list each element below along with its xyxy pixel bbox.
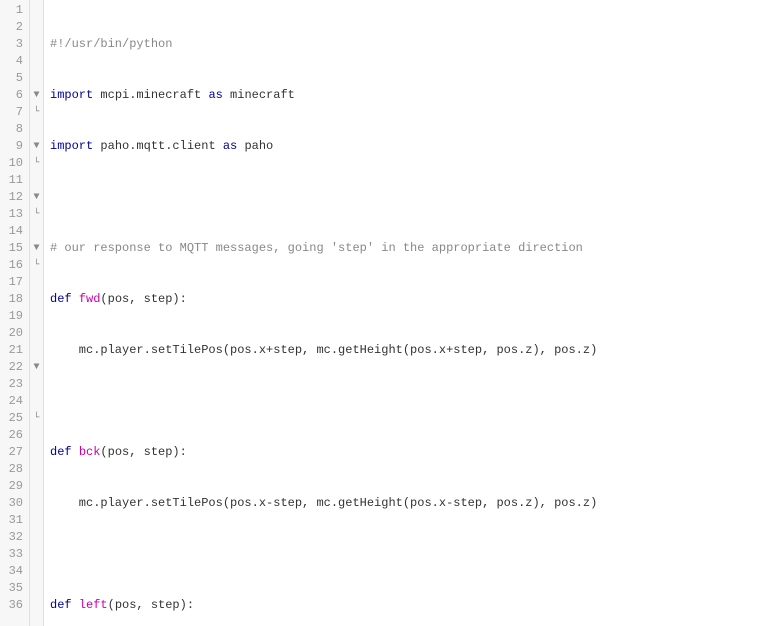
code-editor: 1234567891011121314151617181920212223242… — [0, 0, 761, 626]
code-line — [50, 393, 761, 410]
fold-marker — [30, 495, 43, 512]
line-number: 17 — [0, 274, 29, 291]
fold-marker — [30, 19, 43, 36]
fold-marker — [30, 172, 43, 189]
line-number: 18 — [0, 291, 29, 308]
fold-marker — [30, 308, 43, 325]
fold-marker — [30, 274, 43, 291]
line-number: 23 — [0, 376, 29, 393]
fold-marker[interactable]: ▼ — [30, 87, 43, 104]
fold-marker — [30, 393, 43, 410]
fold-marker — [30, 427, 43, 444]
fold-gutter: ▼└▼└▼└▼└▼└ — [30, 0, 44, 626]
fold-marker — [30, 546, 43, 563]
code-line: mc.player.setTilePos(pos.x-step, mc.getH… — [50, 495, 761, 512]
line-number: 25 — [0, 410, 29, 427]
fold-marker — [30, 121, 43, 138]
fold-marker[interactable]: ▼ — [30, 359, 43, 376]
line-number: 35 — [0, 580, 29, 597]
fold-marker — [30, 597, 43, 614]
fold-marker: └ — [30, 206, 43, 223]
line-number: 7 — [0, 104, 29, 121]
fold-marker[interactable]: ▼ — [30, 240, 43, 257]
fold-marker — [30, 2, 43, 19]
fold-marker — [30, 580, 43, 597]
line-number: 5 — [0, 70, 29, 87]
fold-marker — [30, 70, 43, 87]
fold-marker — [30, 478, 43, 495]
fold-marker — [30, 529, 43, 546]
line-number: 12 — [0, 189, 29, 206]
code-line: import paho.mqtt.client as paho — [50, 138, 761, 155]
line-number: 10 — [0, 155, 29, 172]
fold-marker — [30, 512, 43, 529]
fold-marker — [30, 291, 43, 308]
code-line: # our response to MQTT messages, going '… — [50, 240, 761, 257]
line-number: 26 — [0, 427, 29, 444]
line-number-gutter: 1234567891011121314151617181920212223242… — [0, 0, 30, 626]
line-number: 27 — [0, 444, 29, 461]
line-number: 32 — [0, 529, 29, 546]
line-number: 36 — [0, 597, 29, 614]
fold-marker: └ — [30, 257, 43, 274]
line-number: 33 — [0, 546, 29, 563]
line-number: 8 — [0, 121, 29, 138]
code-line: def bck(pos, step): — [50, 444, 761, 461]
line-number: 22 — [0, 359, 29, 376]
line-number: 31 — [0, 512, 29, 529]
line-number: 20 — [0, 325, 29, 342]
code-line: def left(pos, step): — [50, 597, 761, 614]
line-number: 6 — [0, 87, 29, 104]
line-number: 1 — [0, 2, 29, 19]
line-number: 30 — [0, 495, 29, 512]
line-number: 14 — [0, 223, 29, 240]
line-number: 9 — [0, 138, 29, 155]
code-area[interactable]: #!/usr/bin/python import mcpi.minecraft … — [44, 0, 761, 626]
fold-marker — [30, 376, 43, 393]
fold-marker — [30, 563, 43, 580]
fold-marker — [30, 223, 43, 240]
fold-marker[interactable]: ▼ — [30, 189, 43, 206]
line-number: 29 — [0, 478, 29, 495]
line-number: 24 — [0, 393, 29, 410]
code-line: import mcpi.minecraft as minecraft — [50, 87, 761, 104]
line-number: 2 — [0, 19, 29, 36]
fold-marker: └ — [30, 104, 43, 121]
line-number: 13 — [0, 206, 29, 223]
fold-marker — [30, 342, 43, 359]
fold-marker — [30, 461, 43, 478]
line-number: 34 — [0, 563, 29, 580]
code-line: mc.player.setTilePos(pos.x+step, mc.getH… — [50, 342, 761, 359]
fold-marker: └ — [30, 410, 43, 427]
line-number: 16 — [0, 257, 29, 274]
fold-marker[interactable]: ▼ — [30, 138, 43, 155]
line-number: 21 — [0, 342, 29, 359]
line-number: 19 — [0, 308, 29, 325]
line-number: 4 — [0, 53, 29, 70]
code-line — [50, 189, 761, 206]
line-number: 15 — [0, 240, 29, 257]
fold-marker — [30, 444, 43, 461]
code-line: #!/usr/bin/python — [50, 36, 761, 53]
line-number: 28 — [0, 461, 29, 478]
fold-marker — [30, 325, 43, 342]
code-line — [50, 546, 761, 563]
fold-marker — [30, 36, 43, 53]
line-number: 3 — [0, 36, 29, 53]
code-line: def fwd(pos, step): — [50, 291, 761, 308]
fold-marker: └ — [30, 155, 43, 172]
fold-marker — [30, 53, 43, 70]
line-number: 11 — [0, 172, 29, 189]
